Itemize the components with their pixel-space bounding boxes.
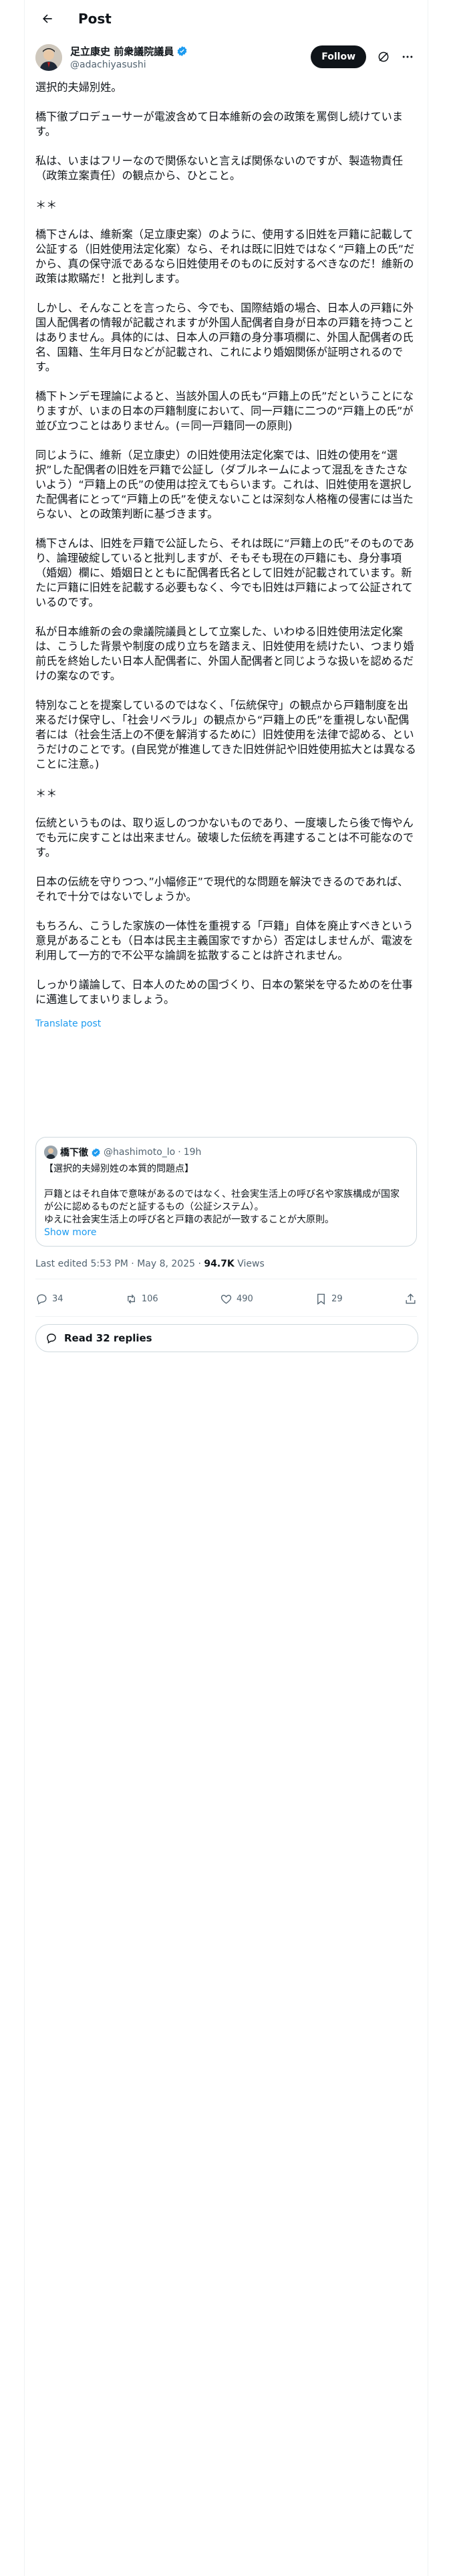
repost-button[interactable]: 106	[125, 1293, 158, 1305]
bookmark-button[interactable]: 29	[315, 1293, 343, 1305]
show-more-link[interactable]: Show more	[44, 1226, 408, 1239]
post-paragraph: もちろん、こうした家族の一体性を重視する「戸籍」自体を廃止すべきという意見がある…	[35, 920, 414, 962]
divider	[35, 1316, 417, 1317]
post-paragraph: しかし、そんなことを言ったら、今でも、国際結婚の場合、日本人の戸籍に外国人配偶者…	[35, 302, 414, 373]
post-body: 選択的夫婦別姓。 橋下徹プロデューサーが電波含めて日本維新の会の政策を罵倒し続け…	[35, 80, 417, 1031]
back-button[interactable]	[35, 7, 59, 31]
verified-badge-icon	[177, 46, 187, 56]
post-paragraph: 同じように、維新（足立康史）の旧姓使用法定化案では、旧姓の使用を“選択”した配偶…	[35, 449, 414, 520]
post-paragraph: 私が日本維新の会の衆議院議員として立案した、いわゆる旧姓使用法定化案は、こうした…	[35, 625, 414, 682]
page-title: Post	[78, 11, 112, 27]
read-replies-label: Read 32 replies	[64, 1332, 152, 1344]
bookmark-count: 29	[331, 1293, 343, 1304]
quoted-text: ゆえに社会実生活上の呼び名と戸籍の表記が一致することが大原則。	[44, 1214, 334, 1225]
grok-icon[interactable]	[377, 50, 390, 64]
share-button[interactable]	[404, 1293, 417, 1305]
post-paragraph: 橋下トンデモ理論によると、当該外国人の氏も“戸籍上の氏”だということになりますが…	[35, 390, 414, 432]
share-icon	[406, 1293, 416, 1304]
main-column: Post 足立康史 前衆議院議員 @adachiyasushi Follow 選…	[24, 0, 428, 2576]
follow-button[interactable]: Follow	[311, 45, 366, 68]
translate-post-link[interactable]: Translate post	[35, 1016, 417, 1031]
top-bar: Post	[25, 0, 428, 37]
repost-icon	[127, 1294, 135, 1303]
author-handle[interactable]: @adachiyasushi	[70, 60, 188, 70]
quoted-time: 19h	[183, 1147, 202, 1158]
edited-time[interactable]: Last edited 5:53 PM · May 8, 2025 ·	[35, 1259, 204, 1269]
author-avatar[interactable]	[35, 44, 62, 71]
post-paragraph: 日本の伝統を守りつつ、”小幅修正”で現代的な問題を解決できるのであれば、それで十…	[35, 875, 409, 903]
quoted-post[interactable]: 橋下徹 @hashimoto_lo · 19h 【選択的夫婦別姓の本質的問題点】…	[35, 1137, 417, 1247]
verified-badge-icon	[92, 1148, 100, 1157]
quoted-avatar	[44, 1146, 57, 1159]
heart-icon	[220, 1294, 232, 1304]
quoted-handle: @hashimoto_lo	[104, 1147, 176, 1158]
like-count: 490	[237, 1293, 253, 1304]
quoted-text: 戸籍とはそれ自体で意味があるのではなく、社会実生活上の呼び名や家族構成が国家が公…	[44, 1189, 400, 1212]
quoted-title: 【選択的夫婦別姓の本質的問題点】	[44, 1164, 194, 1174]
arrow-left-icon	[43, 14, 52, 23]
read-replies-button[interactable]: Read 32 replies	[35, 1324, 418, 1352]
post-timestamp: Last edited 5:53 PM · May 8, 2025 · 94.7…	[35, 1259, 265, 1269]
post-paragraph: 橋下徹プロデューサーが電波含めて日本維新の会の政策を罵倒し続けています。	[35, 110, 404, 138]
author-name[interactable]: 足立康史 前衆議院議員	[70, 44, 174, 58]
reply-icon	[37, 1293, 47, 1305]
views-count: 94.7K	[204, 1259, 235, 1269]
quoted-author-name: 橋下徹	[60, 1148, 88, 1158]
action-bar: 34 106 490 29	[35, 1287, 417, 1311]
post-paragraph: 私は、いまはフリーなので関係ないと言えば関係ないのですが、製造物責任（政策立案責…	[35, 154, 404, 182]
bookmark-icon	[317, 1293, 325, 1305]
post-paragraph: 伝統というものは、取り返しのつかないものであり、一度壊したら後で悔やんでも元に戻…	[35, 817, 414, 859]
post-paragraph: 選択的夫婦別姓。	[35, 81, 122, 94]
post-paragraph: しっかり議論して、日本人のための国づくり、日本の繁栄を守るためのを仕事に邁進して…	[35, 978, 413, 1006]
like-button[interactable]: 490	[220, 1293, 253, 1305]
repost-count: 106	[141, 1293, 158, 1304]
post-paragraph: 橋下さんは、維新案（足立康史案）のように、使用する旧姓を戸籍に記載して公証する（…	[35, 228, 415, 285]
views-label: Views	[234, 1259, 265, 1269]
post-paragraph: ＊＊	[35, 787, 57, 800]
post-paragraph: 橋下さんは、旧姓を戸籍で公証したら、それは既に“戸籍上の氏”そのものであり、論理…	[35, 537, 414, 609]
post-paragraph: ＊＊	[35, 199, 57, 211]
post-paragraph: 特別なことを提案しているのではなく、「伝統保守」の観点から戸籍制度を出来るだけ保…	[35, 699, 416, 770]
reply-button[interactable]: 34	[35, 1293, 63, 1305]
more-options-icon[interactable]	[401, 50, 414, 64]
reply-count: 34	[52, 1293, 63, 1304]
author-row: 足立康史 前衆議院議員 @adachiyasushi Follow	[35, 43, 417, 75]
reply-bubble-icon	[47, 1333, 56, 1344]
